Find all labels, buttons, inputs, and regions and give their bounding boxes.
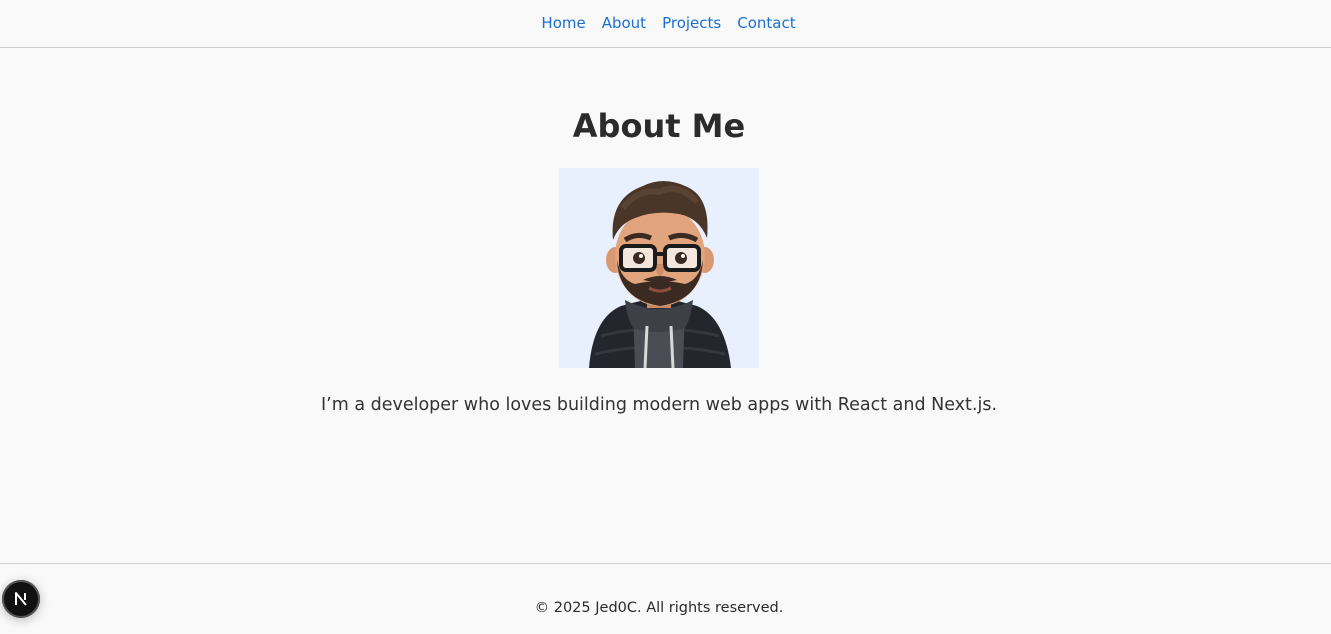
nav-link-projects[interactable]: Projects [662,14,721,32]
nav-link-home[interactable]: Home [541,14,585,32]
top-nav: Home About Projects Contact [0,0,1331,48]
copyright-text: © 2025 Jed0C. All rights reserved. [534,600,784,616]
nav-link-about[interactable]: About [602,14,646,32]
footer: © 2025 Jed0C. All rights reserved. [0,563,1331,634]
page-title: About Me [572,107,746,145]
nextjs-dev-badge[interactable] [2,580,40,618]
avatar [559,168,759,368]
nextjs-logo-icon [15,592,27,606]
nav-link-contact[interactable]: Contact [737,14,795,32]
intro-text: I’m a developer who loves building moder… [320,395,998,415]
cartoon-developer-avatar-icon [589,181,731,368]
